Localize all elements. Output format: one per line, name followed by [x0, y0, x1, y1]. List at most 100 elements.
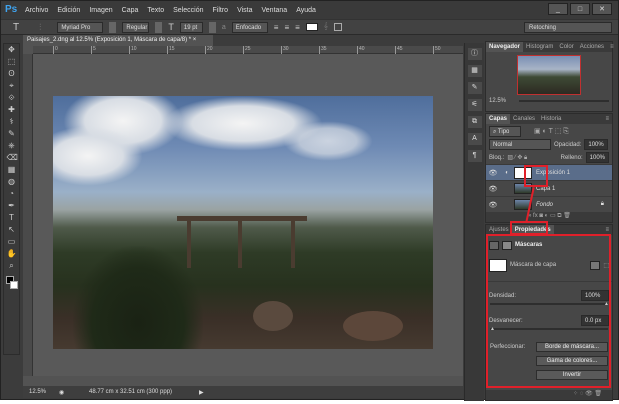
align-center-icon[interactable]: ≡: [284, 23, 289, 32]
menu-ventana[interactable]: Ventana: [262, 7, 288, 14]
tool-icon-5[interactable]: ✚: [7, 104, 17, 116]
layer-name[interactable]: Fondo: [536, 202, 553, 208]
minimize-button[interactable]: _: [548, 3, 568, 15]
close-tab-icon[interactable]: ×: [193, 37, 197, 43]
font-style-select[interactable]: Regular: [122, 21, 150, 33]
type-tool-icon[interactable]: T: [13, 22, 19, 33]
navigator-preview[interactable]: [517, 55, 581, 95]
tool-icon-17[interactable]: ✋: [7, 248, 17, 260]
tool-icon-12[interactable]: ◔: [7, 188, 17, 200]
brush-icon[interactable]: ✎: [467, 82, 482, 94]
tab-historia[interactable]: Historia: [538, 114, 564, 124]
tool-icon-15[interactable]: ↖: [7, 224, 17, 236]
canvas[interactable]: [33, 54, 463, 376]
vertical-ruler[interactable]: [23, 54, 33, 376]
filter-icons[interactable]: ▣ ◐ T ⬚ ⎘: [534, 127, 569, 136]
tool-icon-18[interactable]: ⌕: [7, 260, 17, 272]
menu-texto[interactable]: Texto: [147, 7, 164, 14]
zoom-slider[interactable]: [519, 100, 609, 102]
chevron-down-icon[interactable]: [109, 21, 117, 33]
menu-archivo[interactable]: Archivo: [25, 7, 48, 14]
brush-presets-icon[interactable]: ⚟: [467, 99, 482, 111]
blend-mode-select[interactable]: Normal: [489, 139, 551, 150]
layer-row[interactable]: 👁︎ Fondo 🔒︎: [486, 196, 612, 212]
font-family-select[interactable]: Myriad Pro: [57, 21, 104, 33]
clone-source-icon[interactable]: ⧉: [467, 116, 482, 128]
opacity-input[interactable]: 100%: [584, 139, 608, 150]
histogram-icon[interactable]: ▦: [467, 65, 482, 77]
tool-icon-13[interactable]: ✒: [7, 200, 17, 212]
eye-icon[interactable]: 👁︎: [486, 169, 500, 177]
fill-label: Relleno:: [560, 154, 583, 161]
font-size-select[interactable]: 19 pt: [179, 21, 203, 33]
tool-icon-4[interactable]: ⟐: [7, 92, 17, 104]
horizontal-ruler[interactable]: 0 5 10 15 20 25 30 35 40 45 50: [33, 46, 463, 54]
workspace-select[interactable]: Retoching: [524, 22, 612, 33]
tab-capas[interactable]: Capas: [486, 114, 511, 124]
document-tab[interactable]: Paisajes_2.dng al 12.5% (Exposición 1, M…: [23, 35, 213, 46]
layer-row[interactable]: 👁︎ ◐ Exposición 1: [486, 164, 612, 180]
lock-icons[interactable]: ▨ ⁄ ✥ 🔒︎: [507, 154, 527, 162]
tool-icon-9[interactable]: ⌫: [7, 152, 18, 164]
menu-vista[interactable]: Vista: [237, 7, 252, 14]
highlight-properties-panel: [486, 234, 611, 388]
lock-label: Bloq.:: [489, 154, 505, 161]
tool-icon-7[interactable]: ✎: [7, 128, 17, 140]
menu-selección[interactable]: Selección: [173, 7, 203, 14]
tool-icon-16[interactable]: ▭: [7, 236, 17, 248]
share-icon[interactable]: ◉: [59, 389, 69, 396]
align-left-icon[interactable]: ≡: [274, 23, 279, 32]
tool-icon-6[interactable]: ⚕: [7, 116, 17, 128]
tab-canales[interactable]: Canales: [510, 114, 538, 124]
panel-menu-icon[interactable]: ≡: [607, 42, 617, 52]
tool-icon-10[interactable]: ▦: [7, 164, 17, 176]
tab-navegador[interactable]: Navegador: [486, 42, 524, 52]
fill-input[interactable]: 100%: [585, 152, 609, 163]
character-panel-icon[interactable]: [333, 23, 342, 31]
tab-histogram[interactable]: Histogram: [523, 42, 556, 52]
chevron-down-icon[interactable]: [208, 21, 216, 33]
ruler-tick: 5: [91, 46, 96, 54]
close-button[interactable]: ✕: [592, 3, 612, 15]
menu-edición[interactable]: Edición: [57, 7, 80, 14]
ruler-tick: 40: [357, 46, 365, 54]
panel-menu-icon[interactable]: ≡: [602, 114, 612, 124]
layers-footer-icons[interactable]: ∞ fx ◙ ◐ ▭ ⧉ 🗑︎: [486, 212, 612, 222]
photoshop-logo: Ps: [5, 3, 18, 15]
tool-icon-3[interactable]: ⌖: [7, 80, 17, 92]
character-icon[interactable]: A: [467, 133, 482, 145]
tool-icon-8[interactable]: ⎈: [7, 140, 17, 152]
layer-row[interactable]: 👁︎ Capa 1: [486, 180, 612, 196]
layer-filter-select[interactable]: ⌕ Tipo: [489, 125, 521, 137]
menu-capa[interactable]: Capa: [122, 7, 139, 14]
properties-footer-icons[interactable]: ⁘ ◌ 👁︎ 🗑︎: [486, 390, 612, 400]
info-icon[interactable]: ⓘ: [467, 48, 482, 60]
document-size: 48.77 cm x 32.51 cm (300 ppp): [89, 389, 173, 395]
text-color-swatch[interactable]: [305, 23, 318, 31]
chevron-down-icon[interactable]: [155, 21, 163, 33]
tool-icon-11[interactable]: ◍: [7, 176, 17, 188]
menu-ayuda[interactable]: Ayuda: [296, 7, 316, 14]
antialias-select[interactable]: Enfocado: [231, 21, 268, 33]
layers-panel: Capas Canales Historia ≡ ⌕ Tipo ▣ ◐ T ⬚ ⎘ N…: [485, 113, 613, 223]
tool-icon-1[interactable]: ⬚: [7, 56, 17, 68]
status-bar: 12.5% ◉ 48.77 cm x 32.51 cm (300 ppp) ▶: [23, 386, 463, 398]
status-menu-arrow-icon[interactable]: ▶: [199, 389, 204, 396]
color-swatches-icon[interactable]: [4, 276, 19, 296]
paragraph-icon[interactable]: ¶: [467, 150, 482, 162]
orientation-icon[interactable]: ⫶: [39, 22, 41, 33]
menu-filtro[interactable]: Filtro: [213, 7, 229, 14]
align-right-icon[interactable]: ≡: [295, 23, 300, 32]
eye-icon[interactable]: 👁︎: [486, 185, 500, 193]
maximize-button[interactable]: □: [570, 3, 590, 15]
tool-icon-0[interactable]: ✥: [7, 44, 17, 56]
navigator-zoom[interactable]: 12.5%: [489, 98, 506, 104]
tool-icon-14[interactable]: T: [7, 212, 17, 224]
menu-imagen[interactable]: Imagen: [89, 7, 112, 14]
tab-acciones[interactable]: Acciones: [577, 42, 607, 52]
tab-color[interactable]: Color: [556, 42, 576, 52]
tool-icon-2[interactable]: ʘ: [7, 68, 17, 80]
warp-text-icon[interactable]: 𝄞: [324, 23, 328, 31]
eye-icon[interactable]: 👁︎: [486, 201, 500, 209]
zoom-level[interactable]: 12.5%: [29, 389, 59, 395]
